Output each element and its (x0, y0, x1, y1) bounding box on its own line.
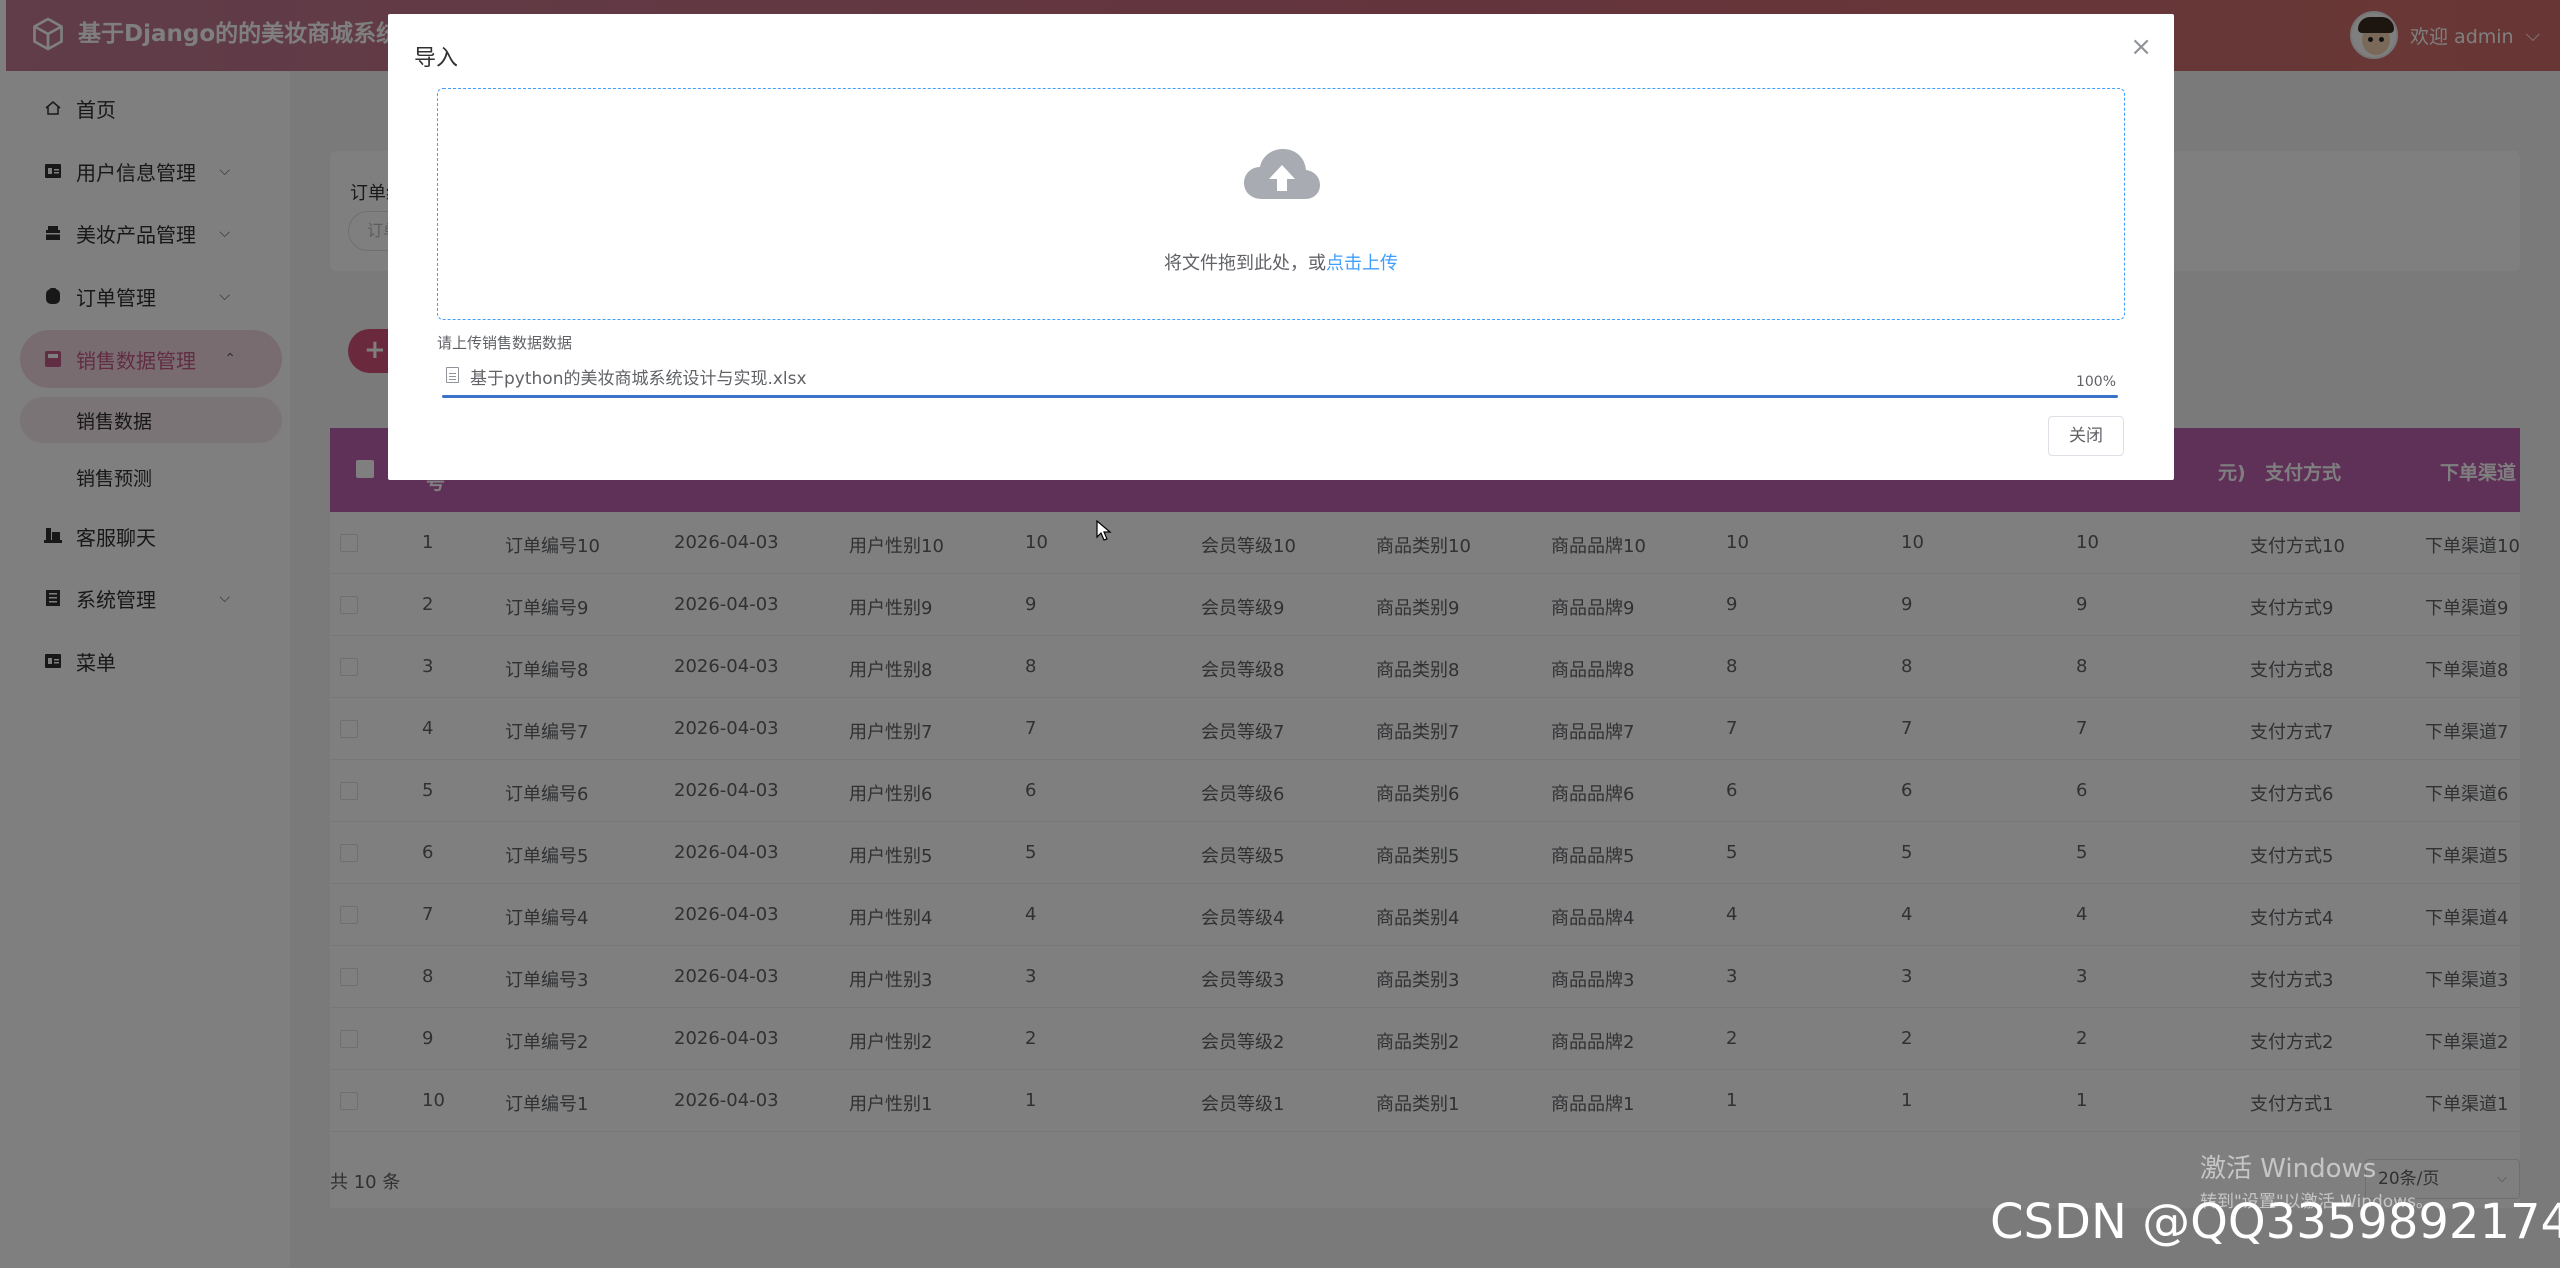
csdn-watermark: CSDN @QQ3359892174 (1990, 1194, 2560, 1250)
document-icon (446, 367, 459, 383)
upload-progress-fill (442, 395, 2118, 398)
uploaded-file-item[interactable]: 基于python的美妆商城系统设计与实现.xlsx 100% (442, 362, 2122, 392)
upload-hint: 将文件拖到此处，或点击上传 (438, 249, 2124, 275)
upload-tip: 请上传销售数据数据 (437, 334, 573, 352)
cloud-upload-icon (1244, 149, 1320, 199)
upload-click-link[interactable]: 点击上传 (1326, 253, 1398, 274)
upload-drag-text: 将文件拖到此处，或 (1164, 253, 1326, 274)
windows-activation-title: 激活 Windows (2200, 1154, 2377, 1184)
file-name: 基于python的美妆商城系统设计与实现.xlsx (470, 369, 807, 389)
close-button[interactable]: 关闭 (2048, 416, 2124, 456)
upload-percent: 100% (2075, 374, 2116, 390)
upload-progress-bar (442, 395, 2118, 398)
dialog-title: 导入 (414, 46, 459, 71)
close-icon[interactable]: × (2130, 32, 2152, 62)
upload-dropzone[interactable]: 将文件拖到此处，或点击上传 (437, 88, 2125, 320)
mouse-cursor-icon (1096, 520, 1112, 541)
import-dialog: 导入 × 将文件拖到此处，或点击上传 请上传销售数据数据 基于python的美妆… (388, 14, 2174, 480)
